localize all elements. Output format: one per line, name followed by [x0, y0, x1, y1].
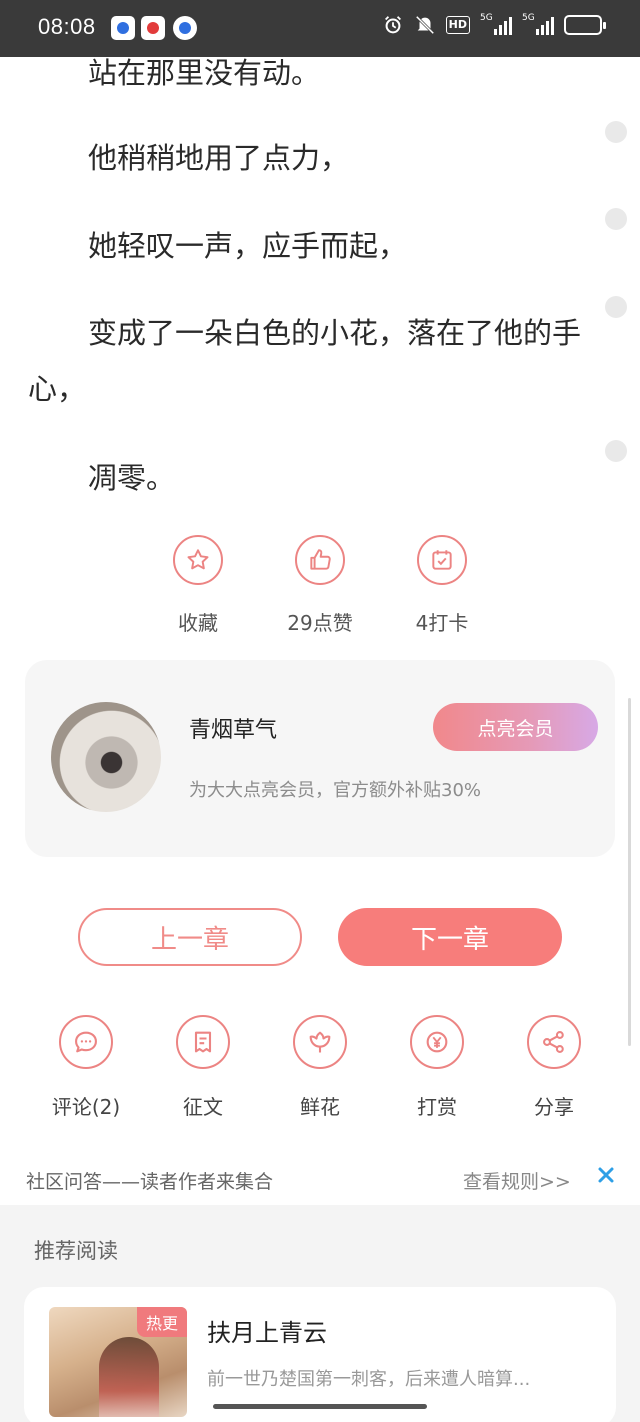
- paragraph: 他稍稍地用了点力，: [88, 141, 350, 175]
- hd-icon: HD: [445, 16, 470, 34]
- collect-label: 收藏: [178, 611, 218, 635]
- collect-button[interactable]: 收藏: [138, 535, 258, 636]
- author-card: 青烟草气 为大大点亮会员，官方额外补贴30% 点亮会员: [25, 660, 615, 857]
- view-rules-link[interactable]: 查看规则>>: [463, 1167, 571, 1194]
- tip-label: 打赏: [417, 1095, 457, 1119]
- 5g-signal-icon: 5G: [522, 13, 554, 35]
- like-button[interactable]: 29点赞: [260, 535, 380, 636]
- book-description: 前一世乃楚国第一刺客，后来遭人暗算...: [207, 1369, 531, 1390]
- tip-button[interactable]: 打赏: [377, 1015, 497, 1120]
- comment-button[interactable]: 评论(2): [26, 1015, 146, 1120]
- share-button[interactable]: 分享: [494, 1015, 614, 1120]
- calendar-check-icon: [417, 535, 467, 585]
- community-text[interactable]: 社区问答——读者作者来集合: [26, 1167, 273, 1194]
- star-icon: [173, 535, 223, 585]
- paragraph: 站在那里没有动。: [88, 56, 321, 90]
- recommend-title: 推荐阅读: [34, 1239, 118, 1263]
- avatar[interactable]: [51, 702, 161, 812]
- baidu-red-app-icon: [141, 16, 165, 40]
- community-banner[interactable]: 社区问答——读者作者来集合 查看规则>>: [0, 1150, 640, 1205]
- status-icons: HD 5G 5G: [382, 13, 606, 36]
- flower-button[interactable]: 鲜花: [260, 1015, 380, 1120]
- essay-button[interactable]: 征文: [143, 1015, 263, 1120]
- paragraph-comment-dot[interactable]: [605, 121, 627, 143]
- comment-icon: [59, 1015, 113, 1069]
- book-title[interactable]: 扶月上青云: [207, 1313, 327, 1348]
- book-card[interactable]: 热更 扶月上青云 前一世乃楚国第一刺客，后来遭人暗算...: [24, 1287, 616, 1422]
- yen-icon: [410, 1015, 464, 1069]
- scrollbar[interactable]: [628, 698, 631, 1046]
- like-label: 29点赞: [287, 611, 353, 635]
- home-indicator[interactable]: [213, 1404, 427, 1409]
- paragraph-comment-dot[interactable]: [605, 208, 627, 230]
- share-icon: [527, 1015, 581, 1069]
- clock: 08:08: [38, 14, 96, 39]
- next-chapter-button[interactable]: 下一章: [338, 908, 562, 966]
- 5g-signal-icon: 5G: [480, 13, 512, 35]
- share-label: 分享: [534, 1095, 574, 1119]
- flower-label: 鲜花: [300, 1095, 340, 1119]
- battery-icon: [564, 15, 606, 35]
- light-up-vip-button[interactable]: 点亮会员: [433, 703, 598, 751]
- paragraph: 她轻叹一声，应手而起，: [88, 229, 408, 263]
- document-icon: [176, 1015, 230, 1069]
- checkin-button[interactable]: 4打卡: [382, 535, 502, 636]
- baidu-app-icon: [111, 16, 135, 40]
- prev-chapter-button[interactable]: 上一章: [78, 908, 302, 966]
- paragraph: 变成了一朵白色的小花，落在了他的手心，: [28, 316, 582, 406]
- recommend-section: 推荐阅读 热更 扶月上青云 前一世乃楚国第一刺客，后来遭人暗算...: [0, 1205, 640, 1422]
- hot-update-badge: 热更: [137, 1307, 187, 1337]
- author-subtitle: 为大大点亮会员，官方额外补贴30%: [189, 780, 482, 801]
- author-name[interactable]: 青烟草气: [189, 712, 277, 744]
- thumbs-up-icon: [295, 535, 345, 585]
- comment-label: 评论(2): [51, 1095, 121, 1119]
- essay-label: 征文: [183, 1095, 223, 1119]
- checkin-label: 4打卡: [415, 611, 469, 635]
- paragraph-comment-dot[interactable]: [605, 440, 627, 462]
- mute-icon: [414, 14, 436, 36]
- close-icon[interactable]: [595, 1164, 617, 1186]
- flower-icon: [293, 1015, 347, 1069]
- browser-app-icon: [173, 16, 197, 40]
- paragraph-comment-dot[interactable]: [605, 296, 627, 318]
- alarm-icon: [382, 14, 404, 36]
- paragraph: 凋零。: [88, 461, 176, 495]
